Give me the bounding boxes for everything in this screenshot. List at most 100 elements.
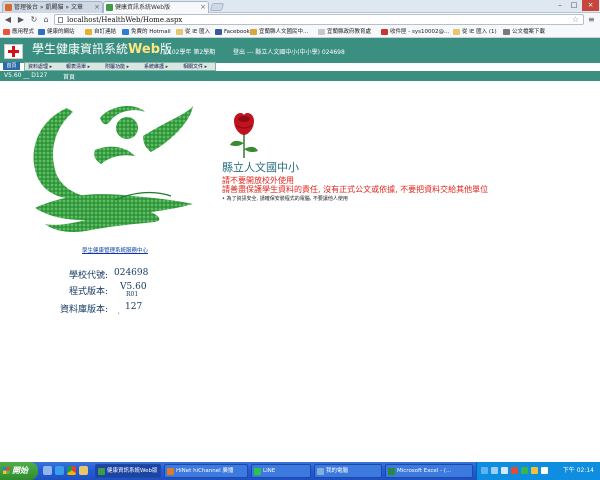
system-tray: 下午 02:14 xyxy=(476,462,600,480)
caret-right-icon: ▸ xyxy=(87,64,91,70)
menu-data-processing[interactable]: 資料處理 ▸ xyxy=(25,63,52,71)
computer-icon xyxy=(317,468,324,475)
bookmark-label: Facebook xyxy=(224,29,250,35)
bookmark-apps[interactable]: 應用程式 xyxy=(3,27,34,37)
folder-icon[interactable] xyxy=(79,466,88,475)
health-favicon-icon xyxy=(106,4,113,11)
bookmark-ie-import[interactable]: 從 IE 匯入 xyxy=(176,27,210,37)
start-button[interactable]: 開始 xyxy=(0,462,38,480)
windows-flag-icon xyxy=(3,467,10,474)
warning-data-protection: 請善盡保護學生資料的責任, 沒有正式公文或依據, 不要把資料交給其他單位 xyxy=(222,185,489,194)
bookmark-custom-links[interactable]: 自訂連結 xyxy=(85,27,116,37)
bookmark-school[interactable]: 宜蘭縣人文國民中… xyxy=(250,27,309,37)
logout-link[interactable]: 登出 --- 縣立人文國中小(中小學) 024698 xyxy=(233,47,345,56)
home-icon[interactable]: ⌂ xyxy=(41,15,51,24)
menu-related-docs[interactable]: 相關文件 ▸ xyxy=(180,63,207,71)
app-tray-icon[interactable] xyxy=(521,467,528,474)
ie-icon[interactable] xyxy=(55,466,64,475)
folder-icon xyxy=(453,29,460,35)
radio-icon xyxy=(167,468,174,475)
bookmark-documents[interactable]: 公文檔案下載 xyxy=(503,27,545,37)
clock: 下午 02:14 xyxy=(562,467,594,474)
security-shield-icon[interactable] xyxy=(511,467,518,474)
address-bar[interactable]: localhost/HealthWeb/Home.aspx ☆ xyxy=(54,14,584,25)
db-version-value: 127 xyxy=(125,302,143,312)
red-cross-logo-icon xyxy=(4,44,23,59)
new-tab-button[interactable] xyxy=(209,3,225,11)
input-method-icon[interactable] xyxy=(541,467,548,474)
bookmark-label: 公文檔案下載 xyxy=(512,29,546,35)
db-version-label: 資料庫版本: xyxy=(59,305,108,315)
facebook-icon xyxy=(215,29,222,35)
minimize-icon[interactable]: – xyxy=(553,0,567,11)
tray-chevron-icon[interactable] xyxy=(481,467,488,474)
chrome-icon[interactable] xyxy=(67,466,76,475)
menu-report-list[interactable]: 報表清單 ▸ xyxy=(63,63,90,71)
school-code-value: 024698 xyxy=(114,268,149,278)
back-arrow-icon[interactable]: ◀ xyxy=(3,15,13,24)
windows-taskbar: 開始 健康資訊系統Web版 HiNet hiChannel 廣播 LINE 我的… xyxy=(0,462,600,480)
bookmark-ie-import-1[interactable]: 從 IE 匯入 (1) xyxy=(453,27,497,37)
version-label: V5.60 __ D127 xyxy=(4,72,48,79)
app-title-main: 學生健康資訊系統 xyxy=(32,42,129,56)
bookmark-facebook[interactable]: Facebook xyxy=(215,27,250,37)
bookmark-edu-dept[interactable]: 宜蘭縣政府教育處 xyxy=(318,27,371,37)
page-icon xyxy=(58,17,63,23)
caret-right-icon: ▸ xyxy=(165,64,169,70)
close-tab-icon[interactable]: × xyxy=(200,2,206,12)
taskbar-item-health[interactable]: 健康資訊系統Web版 xyxy=(95,464,161,478)
excel-icon xyxy=(388,468,395,475)
home-link[interactable]: 首頁 xyxy=(63,72,75,81)
tab-label: 健康資訊系統Web版 xyxy=(115,4,171,11)
taskbar-item-hichannel[interactable]: HiNet hiChannel 廣播 xyxy=(164,464,248,478)
task-label: Microsoft Excel - (… xyxy=(397,468,452,474)
taskbar-item-excel[interactable]: Microsoft Excel - (… xyxy=(385,464,473,478)
taskbar-item-line[interactable]: LINE xyxy=(251,464,311,478)
show-desktop-icon[interactable] xyxy=(43,466,52,475)
forward-arrow-icon[interactable]: ▶ xyxy=(16,15,26,24)
program-sub-version: R01 xyxy=(126,291,139,298)
close-tab-icon[interactable]: × xyxy=(94,2,100,12)
taskbar-item-my-computer[interactable]: 我的電腦 xyxy=(314,464,382,478)
menu-label: 資料處理 xyxy=(28,64,49,70)
url-text: localhost/HealthWeb/Home.aspx xyxy=(67,16,183,24)
bookmark-hotmail[interactable]: 免費的 Hotmail xyxy=(122,27,171,37)
menu-label: 相關文件 xyxy=(183,64,204,70)
caret-right-icon: ▸ xyxy=(204,64,208,70)
home-badge-button[interactable]: 首頁 xyxy=(3,62,20,70)
folder-icon xyxy=(250,29,257,35)
bookmark-label: 從 IE 匯入 xyxy=(185,29,211,35)
browser-tab-health[interactable]: 健康資訊系統Web版 × xyxy=(103,1,209,13)
bookmark-health-site[interactable]: 健康的網站 xyxy=(38,27,75,37)
service-center-link[interactable]: 學生健康管理系統服務中心 xyxy=(82,246,148,254)
folder-icon xyxy=(38,29,45,35)
settings-menu-icon[interactable]: ≡ xyxy=(588,15,595,24)
volume-icon[interactable] xyxy=(501,467,508,474)
semester-label: 102學年 第2學期 xyxy=(168,49,216,56)
start-label: 開始 xyxy=(12,466,28,475)
apps-grid-icon xyxy=(3,29,10,35)
network-icon[interactable] xyxy=(491,467,498,474)
tick-mark: ' xyxy=(118,312,120,319)
status-row: V5.60 __ D127 首頁 xyxy=(0,71,600,81)
menu-extra-functions[interactable]: 附屬功能 ▸ xyxy=(102,63,129,71)
update-icon[interactable] xyxy=(531,467,538,474)
browser-tab-admin[interactable]: 管理後台 » 凱賜貓 » 文章 × xyxy=(2,1,103,13)
browser-tab-strip: 管理後台 » 凱賜貓 » 文章 × 健康資訊系統Web版 × – □ × xyxy=(0,0,600,13)
menu-system-maintenance[interactable]: 系統維護 ▸ xyxy=(141,63,168,71)
line-icon xyxy=(254,468,261,475)
reload-icon[interactable]: ↻ xyxy=(29,15,39,24)
bookmark-label: 健康的網站 xyxy=(47,29,75,35)
folder-icon xyxy=(85,29,92,35)
close-window-icon[interactable]: × xyxy=(582,0,599,11)
gmail-icon xyxy=(381,29,388,35)
bookmark-inbox[interactable]: 收件匣 - sys10002@… xyxy=(381,27,449,37)
bookmark-star-icon[interactable]: ☆ xyxy=(572,15,579,25)
main-menu: 資料處理 ▸ 報表清單 ▸ 附屬功能 ▸ 系統維護 ▸ 相關文件 ▸ xyxy=(24,62,216,71)
task-label: LINE xyxy=(263,468,276,474)
school-code-label: 學校代號: xyxy=(68,271,108,281)
menu-label: 報表清單 xyxy=(66,64,87,70)
caret-right-icon: ▸ xyxy=(49,64,53,70)
bookmark-bar: 應用程式 健康的網站 自訂連結 免費的 Hotmail 從 IE 匯入 Face… xyxy=(0,26,600,38)
maximize-icon[interactable]: □ xyxy=(567,0,581,11)
